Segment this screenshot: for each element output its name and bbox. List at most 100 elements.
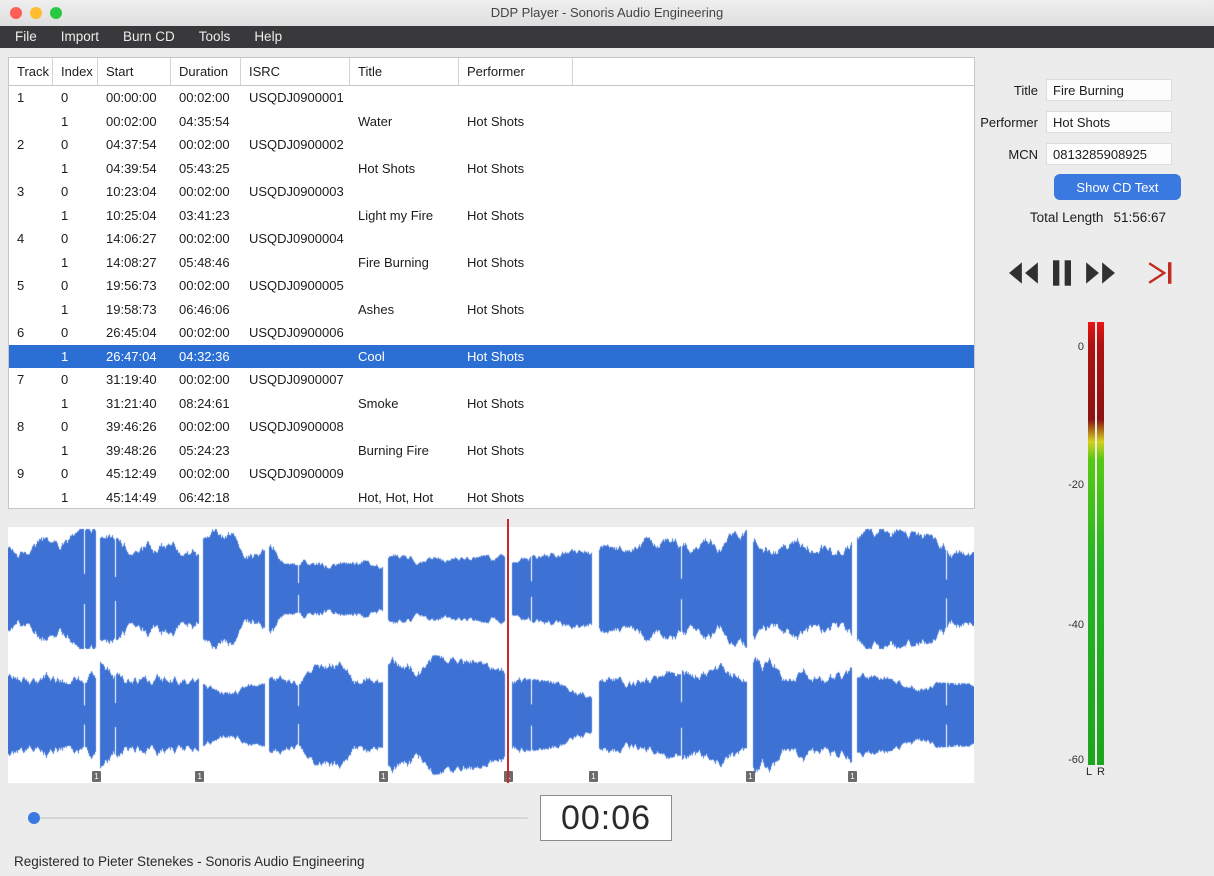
track-table: Track Index Start Duration ISRC Title Pe… bbox=[8, 57, 975, 509]
cell-track: 2 bbox=[17, 137, 25, 153]
show-cd-text-button[interactable]: Show CD Text bbox=[1054, 174, 1181, 200]
cell-index: 1 bbox=[61, 395, 69, 411]
cell-title: Hot, Hot, Hot bbox=[358, 489, 434, 505]
menu-burn-cd[interactable]: Burn CD bbox=[111, 26, 187, 48]
menu-help[interactable]: Help bbox=[242, 26, 294, 48]
index-flag: 1 bbox=[847, 771, 857, 782]
cell-duration: 08:24:61 bbox=[179, 395, 230, 411]
rewind-button[interactable] bbox=[1008, 261, 1040, 285]
meter-scale-20: -20 bbox=[1068, 479, 1084, 491]
menu-file[interactable]: File bbox=[3, 26, 49, 48]
pause-button[interactable] bbox=[1053, 260, 1071, 286]
table-row[interactable]: 1 10:25:04 03:41:23 Light my Fire Hot Shots bbox=[9, 203, 974, 227]
cell-performer: Hot Shots bbox=[467, 113, 525, 129]
table-row[interactable]: 1 39:48:26 05:24:23 Burning Fire Hot Shots bbox=[9, 438, 974, 462]
cell-performer: Hot Shots bbox=[467, 395, 525, 411]
column-header-start[interactable]: Start bbox=[98, 58, 171, 85]
title-field-row: Title bbox=[960, 78, 1182, 102]
cell-isrc: USQDJ0900007 bbox=[249, 372, 344, 388]
seek-slider-thumb[interactable] bbox=[28, 812, 40, 824]
playhead-cursor[interactable] bbox=[507, 519, 510, 783]
cell-index: 0 bbox=[61, 90, 69, 106]
table-row[interactable]: 1 14:08:27 05:48:46 Fire Burning Hot Shots bbox=[9, 250, 974, 274]
table-row[interactable]: 8 0 39:46:26 00:02:00 USQDJ0900008 bbox=[9, 415, 974, 439]
table-row[interactable]: 6 0 26:45:04 00:02:00 USQDJ0900006 bbox=[9, 321, 974, 345]
table-row[interactable]: 1 31:21:40 08:24:61 Smoke Hot Shots bbox=[9, 391, 974, 415]
transport-controls bbox=[1008, 258, 1186, 288]
column-header-isrc[interactable]: ISRC bbox=[241, 58, 350, 85]
cell-isrc: USQDJ0900006 bbox=[249, 325, 344, 341]
cell-duration: 00:02:00 bbox=[179, 325, 230, 341]
cell-duration: 00:02:00 bbox=[179, 184, 230, 200]
mcn-field-row: MCN bbox=[960, 142, 1182, 166]
cell-track: 8 bbox=[17, 419, 25, 435]
meter-scale-60: -60 bbox=[1068, 754, 1084, 766]
column-header-track[interactable]: Track bbox=[9, 58, 53, 85]
fast-forward-button[interactable] bbox=[1084, 261, 1116, 285]
cell-isrc: USQDJ0900001 bbox=[249, 90, 344, 106]
meter-channel-left-label: L bbox=[1086, 766, 1093, 778]
table-row[interactable]: 1 0 00:00:00 00:02:00 USQDJ0900001 bbox=[9, 86, 974, 110]
table-body: 1 0 00:00:00 00:02:00 USQDJ0900001 1 00:02:00 0… bbox=[9, 86, 974, 508]
cell-performer: Hot Shots bbox=[467, 489, 525, 505]
cell-duration: 04:35:54 bbox=[179, 113, 230, 129]
column-header-duration[interactable]: Duration bbox=[171, 58, 241, 85]
column-header-index[interactable]: Index bbox=[53, 58, 98, 85]
cell-start: 19:58:73 bbox=[106, 301, 157, 317]
menu-tools[interactable]: Tools bbox=[187, 26, 243, 48]
performer-field-label: Performer bbox=[980, 114, 1038, 130]
performer-input[interactable] bbox=[1046, 111, 1172, 133]
window-title: DDP Player - Sonoris Audio Engineering bbox=[490, 5, 724, 20]
pause-icon bbox=[1053, 260, 1071, 286]
cell-track: 9 bbox=[17, 466, 25, 482]
cell-index: 0 bbox=[61, 278, 69, 294]
cell-index: 1 bbox=[61, 207, 69, 223]
cell-duration: 06:42:18 bbox=[179, 489, 230, 505]
title-input[interactable] bbox=[1046, 79, 1172, 101]
table-row[interactable]: 7 0 31:19:40 00:02:00 USQDJ0900007 bbox=[9, 368, 974, 392]
titlebar: DDP Player - Sonoris Audio Engineering bbox=[0, 0, 1214, 26]
table-header: Track Index Start Duration ISRC Title Pe… bbox=[9, 58, 974, 86]
waveform-display[interactable]: 1111111 bbox=[8, 519, 974, 783]
cell-duration: 00:02:00 bbox=[179, 137, 230, 153]
cell-isrc: USQDJ0900002 bbox=[249, 137, 344, 153]
cell-isrc: USQDJ0900005 bbox=[249, 278, 344, 294]
column-header-performer[interactable]: Performer bbox=[459, 58, 573, 85]
zoom-window-button[interactable] bbox=[50, 7, 62, 19]
table-row[interactable]: 4 0 14:06:27 00:02:00 USQDJ0900004 bbox=[9, 227, 974, 251]
mcn-input[interactable] bbox=[1046, 143, 1172, 165]
play-to-end-button[interactable] bbox=[1147, 260, 1175, 286]
cell-start: 39:48:26 bbox=[106, 442, 157, 458]
cell-start: 26:47:04 bbox=[106, 348, 157, 364]
title-field-label: Title bbox=[1013, 82, 1038, 98]
seek-slider[interactable] bbox=[28, 812, 528, 824]
cell-start: 45:14:49 bbox=[106, 489, 157, 505]
column-header-title[interactable]: Title bbox=[350, 58, 459, 85]
table-row[interactable]: 9 0 45:12:49 00:02:00 USQDJ0900009 bbox=[9, 462, 974, 486]
table-row[interactable]: 1 04:39:54 05:43:25 Hot Shots Hot Shots bbox=[9, 156, 974, 180]
cell-index: 0 bbox=[61, 419, 69, 435]
table-row[interactable]: 1 26:47:04 04:32:36 Cool Hot Shots bbox=[9, 344, 974, 368]
table-row[interactable]: 3 0 10:23:04 00:02:00 USQDJ0900003 bbox=[9, 180, 974, 204]
cell-title: Fire Burning bbox=[358, 254, 429, 270]
waveform-canvas[interactable] bbox=[8, 527, 974, 783]
table-row[interactable]: 1 19:58:73 06:46:06 Ashes Hot Shots bbox=[9, 297, 974, 321]
index-flag: 1 bbox=[589, 771, 598, 782]
cell-duration: 04:32:36 bbox=[179, 348, 230, 364]
traffic-lights bbox=[10, 7, 62, 19]
minimize-window-button[interactable] bbox=[30, 7, 42, 19]
meter-scale-0: 0 bbox=[1077, 341, 1084, 353]
cell-performer: Hot Shots bbox=[467, 207, 525, 223]
cell-start: 26:45:04 bbox=[106, 325, 157, 341]
table-row[interactable]: 1 00:02:00 04:35:54 Water Hot Shots bbox=[9, 109, 974, 133]
table-row[interactable]: 2 0 04:37:54 00:02:00 USQDJ0900002 bbox=[9, 133, 974, 157]
close-window-button[interactable] bbox=[10, 7, 22, 19]
cell-start: 14:08:27 bbox=[106, 254, 157, 270]
cell-title: Ashes bbox=[358, 301, 395, 317]
index-flag: 1 bbox=[378, 771, 388, 782]
table-row[interactable]: 5 0 19:56:73 00:02:00 USQDJ0900005 bbox=[9, 274, 974, 298]
cell-duration: 00:02:00 bbox=[179, 278, 230, 294]
cell-title: Water bbox=[358, 113, 393, 129]
menu-import[interactable]: Import bbox=[49, 26, 111, 48]
table-row[interactable]: 1 45:14:49 06:42:18 Hot, Hot, Hot Hot Shots bbox=[9, 485, 974, 508]
